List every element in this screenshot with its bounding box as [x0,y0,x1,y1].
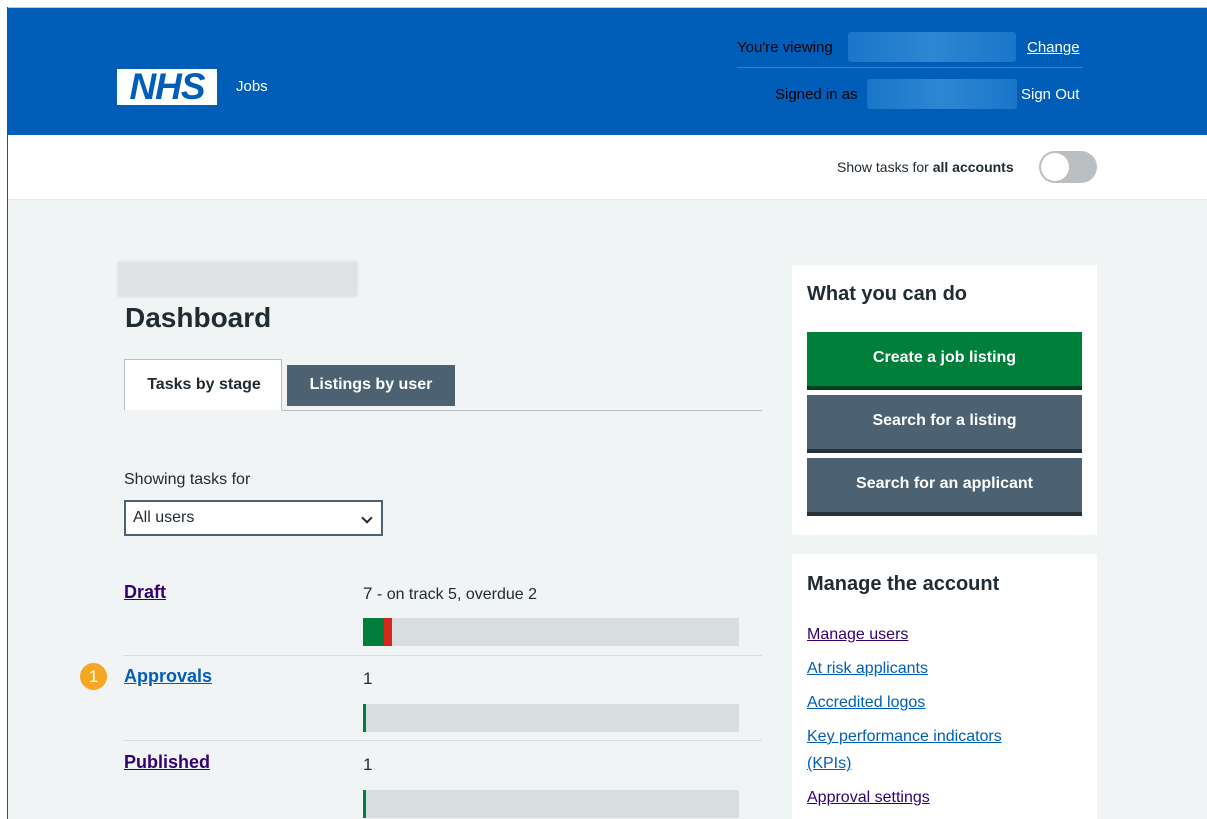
search-applicant-button[interactable]: Search for an applicant [807,458,1082,512]
stage-progress-bar-approvals [363,704,739,732]
step-number-badge: 1 [80,663,107,690]
create-job-listing-button[interactable]: Create a job listing [807,332,1082,386]
toggle-label-bold: all accounts [932,159,1014,175]
page-title: Dashboard [125,302,272,333]
manage-users-link[interactable]: Manage users [807,626,908,644]
toggle-knob [1041,153,1069,181]
at-risk-applicants-link[interactable]: At risk applicants [807,660,928,678]
nhs-logo-text: NHS [129,66,205,107]
tab-tasks-by-stage-label: Tasks by stage [147,376,261,393]
nhs-logo[interactable]: NHS [117,66,217,107]
organisation-name-redacted [117,261,358,297]
stage-count-draft-detail: - on track 5, overdue 2 [372,586,537,603]
viewing-label: You're viewing [737,39,833,56]
progress-on-track-segment [363,618,384,646]
stage-link-published[interactable]: Published [124,752,210,773]
accredited-logos-link[interactable]: Accredited logos [807,694,925,712]
tab-tasks-by-stage[interactable]: Tasks by stage [124,359,282,410]
toggle-label-prefix: Show tasks for [837,159,933,175]
kpi-link[interactable]: Key performance indicators [807,728,1002,746]
stage-progress-bar-published [363,790,739,818]
kpi-link-continued[interactable]: (KPIs) [807,755,851,773]
progress-on-track-segment [363,704,366,732]
header-divider [737,67,1083,68]
stage-count-published: 1 [363,755,373,774]
row-divider [123,740,762,741]
tab-listings-by-user[interactable]: Listings by user [287,365,455,406]
progress-on-track-segment [363,790,366,818]
all-accounts-toggle-label: Show tasks for all accounts [837,159,1014,175]
manage-account-title: Manage the account [807,573,1000,595]
change-account-link[interactable]: Change [1027,39,1080,56]
actions-panel-title: What you can do [807,283,967,305]
filter-label: Showing tasks for [124,471,251,488]
search-listing-button[interactable]: Search for a listing [807,395,1082,449]
sign-out-link[interactable]: Sign Out [1021,86,1079,103]
signed-in-user-redacted [867,79,1017,109]
stage-progress-bar-draft [363,618,739,646]
signed-in-label: Signed in as [775,86,858,103]
stage-count-approvals: 1 [363,669,373,688]
service-name: Jobs [236,78,268,95]
stage-link-approvals[interactable]: Approvals [124,666,212,687]
stage-count-draft: 7 - on track 5, overdue 2 [363,584,537,604]
tabs-underline [282,410,762,411]
approval-settings-link[interactable]: Approval settings [807,789,930,807]
tab-listings-by-user-label: Listings by user [309,376,433,393]
tasks-toggle-bar [8,135,1207,200]
user-filter-value: All users [133,509,195,526]
row-divider [123,655,762,656]
progress-overdue-segment [384,618,393,646]
viewing-account-redacted [848,32,1016,62]
stage-link-draft[interactable]: Draft [124,582,166,603]
